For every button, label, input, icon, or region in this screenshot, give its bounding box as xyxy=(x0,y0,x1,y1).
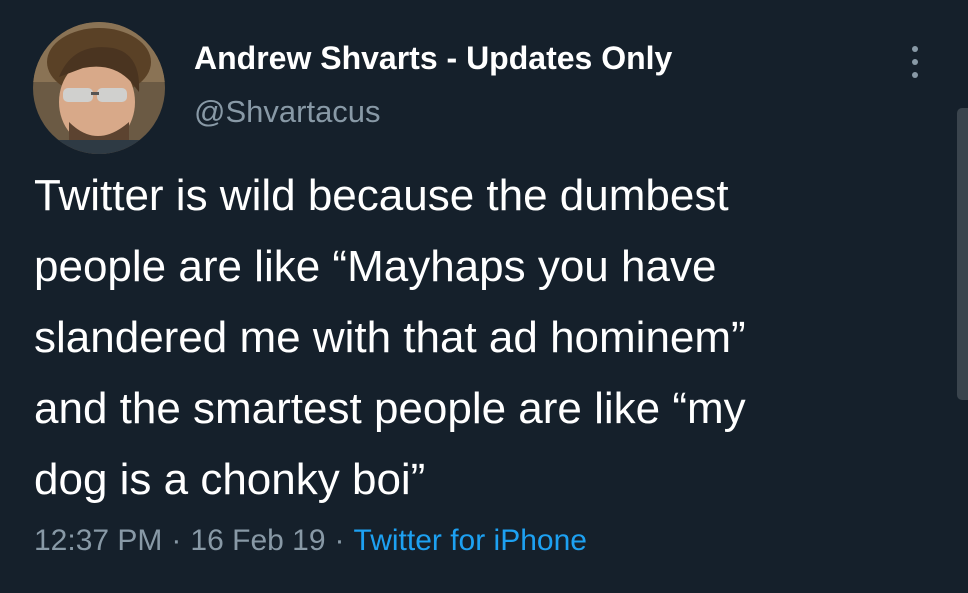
avatar-image xyxy=(33,22,165,154)
more-vertical-icon[interactable] xyxy=(900,40,930,84)
meta-separator: · xyxy=(334,524,345,557)
tweet-line: people are like “Mayhaps you have xyxy=(34,242,717,291)
more-dot xyxy=(912,59,918,65)
tweet-card: Andrew Shvarts - Updates Only @Shvartacu… xyxy=(0,0,968,593)
more-dot xyxy=(912,72,918,78)
tweet-meta: 12:37 PM · 16 Feb 19 · Twitter for iPhone xyxy=(34,524,587,558)
avatar[interactable] xyxy=(33,22,165,154)
tweet-time[interactable]: 12:37 PM xyxy=(34,524,162,557)
meta-separator: · xyxy=(171,524,182,557)
tweet-date[interactable]: 16 Feb 19 xyxy=(190,524,325,557)
tweet-line: Twitter is wild because the dumbest xyxy=(34,171,729,220)
tweet-line: slandered me with that ad hominem” xyxy=(34,313,746,362)
tweet-text: Twitter is wild because the dumbest peop… xyxy=(34,160,939,515)
tweet-line: dog is a chonky boi” xyxy=(34,455,426,504)
more-dot xyxy=(912,46,918,52)
tweet-line: and the smartest people are like “my xyxy=(34,384,746,433)
author-handle[interactable]: @Shvartacus xyxy=(194,94,381,130)
author-name[interactable]: Andrew Shvarts - Updates Only xyxy=(194,40,672,77)
scrollbar[interactable] xyxy=(957,108,968,400)
tweet-source-link[interactable]: Twitter for iPhone xyxy=(354,524,587,557)
